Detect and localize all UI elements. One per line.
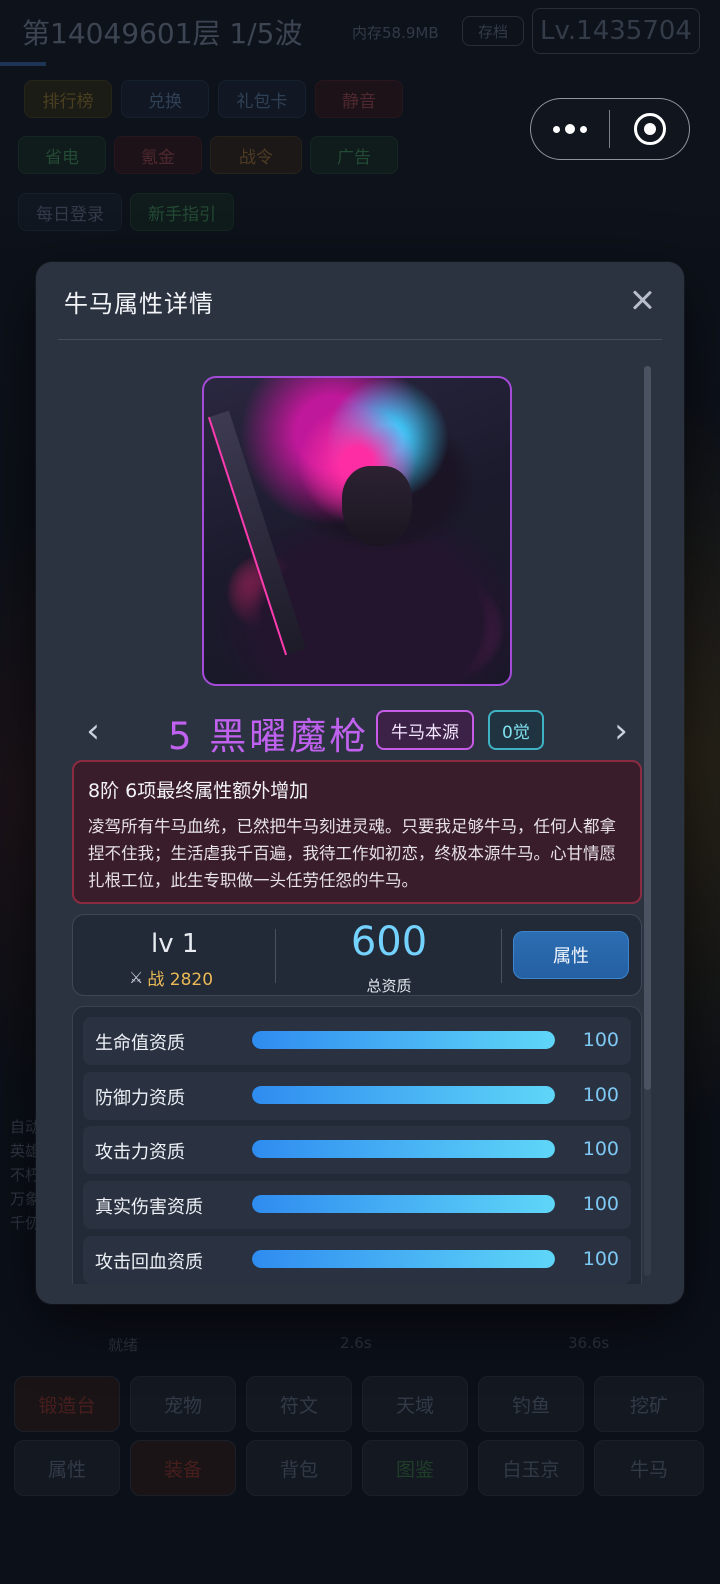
- aptitude-list: 生命值资质 100 防御力资质 100 攻击力资质 100 真实伤害资质 100…: [72, 1006, 642, 1284]
- baiyujing-tile[interactable]: 白玉京: [478, 1440, 584, 1496]
- redeem-button[interactable]: 兑换: [121, 80, 209, 118]
- battle-pass-button[interactable]: 战令: [210, 136, 302, 174]
- more-dots-icon[interactable]: [531, 99, 609, 159]
- origin-tag: 牛马本源: [376, 710, 474, 750]
- leaderboard-button[interactable]: 排行榜: [24, 80, 112, 118]
- equipment-tile[interactable]: 装备: [130, 1440, 236, 1496]
- aptitude-row: 攻击力资质 100: [83, 1126, 631, 1174]
- aptitude-label: 真实伤害资质: [95, 1197, 203, 1218]
- aptitude-row: 真实伤害资质 100: [83, 1181, 631, 1229]
- hero-name: 5 黑曜魔枪: [168, 715, 370, 758]
- miniprogram-capsule: [530, 98, 690, 160]
- aptitude-row: 生命值资质 100: [83, 1017, 631, 1065]
- modal-scroll-content[interactable]: ‹ 5 黑曜魔枪 牛马本源 0觉 › 8阶 6项最终属性额外增加 凌驾所有牛马血…: [36, 340, 684, 1284]
- description-body: 凌驾所有牛马血统，已然把牛马刻进灵魂。只要我足够牛马，任何人都拿捏不住我；生活虐…: [88, 817, 616, 890]
- aptitude-label: 生命值资质: [95, 1033, 185, 1054]
- wave-progress-strip: [0, 62, 46, 66]
- hero-portrait: [202, 376, 512, 686]
- hero-detail-modal: 牛马属性详情 ‹ 5 黑曜魔枪 牛马本源 0觉 › 8阶 6项最终属性额外增加 …: [36, 262, 684, 1304]
- aptitude-bar: [252, 1140, 555, 1158]
- portrait-spear: [207, 410, 307, 656]
- crossed-swords-icon: ⚔: [129, 968, 144, 987]
- aptitude-bar-fill: [252, 1031, 555, 1049]
- newbie-guide-button[interactable]: 新手指引: [130, 193, 234, 231]
- aptitude-row: 防御力资质 100: [83, 1072, 631, 1120]
- portrait-figure: [342, 466, 412, 546]
- aptitude-label: 攻击力资质: [95, 1142, 185, 1163]
- aptitude-bar: [252, 1086, 555, 1104]
- daily-login-button[interactable]: 每日登录: [18, 193, 122, 231]
- mining-tile[interactable]: 挖矿: [594, 1376, 704, 1432]
- rune-tile[interactable]: 符文: [246, 1376, 352, 1432]
- aptitude-row: 攻击回血资质 100: [83, 1236, 631, 1284]
- timer-3: 36.6s: [568, 1334, 610, 1352]
- aptitude-bar-fill: [252, 1140, 555, 1158]
- target-close-icon[interactable]: [610, 99, 689, 159]
- prev-hero-chevron-icon[interactable]: ‹: [76, 711, 110, 751]
- aptitude-bar-fill: [252, 1086, 555, 1104]
- mute-button[interactable]: 静音: [315, 80, 403, 118]
- total-aptitude-label: 总资质: [366, 977, 412, 995]
- aptitude-label: 攻击回血资质: [95, 1252, 203, 1273]
- attributes-button[interactable]: 属性: [513, 931, 629, 979]
- stats-divider-2: [501, 929, 502, 983]
- forge-tile[interactable]: 锻造台: [14, 1376, 120, 1432]
- aptitude-bar: [252, 1250, 555, 1268]
- aptitude-value: 100: [582, 1029, 619, 1051]
- pet-tile[interactable]: 宠物: [130, 1376, 236, 1432]
- floor-wave-title: 第14049601层 1/5波: [22, 17, 303, 50]
- save-button[interactable]: 存档: [462, 16, 524, 46]
- hero-level: lv 1: [151, 929, 199, 959]
- aptitude-label: 防御力资质: [95, 1088, 185, 1109]
- hero-description-box: 8阶 6项最终属性额外增加 凌驾所有牛马血统，已然把牛马刻进灵魂。只要我足够牛马…: [72, 760, 642, 904]
- bag-tile[interactable]: 背包: [246, 1440, 352, 1496]
- niuma-tile[interactable]: 牛马: [594, 1440, 704, 1496]
- aptitude-bar-fill: [252, 1195, 555, 1213]
- combat-power: ⚔ 战 2820: [129, 965, 213, 990]
- awaken-tag: 0觉: [488, 710, 544, 750]
- close-icon[interactable]: [628, 286, 656, 314]
- aptitude-value: 100: [582, 1138, 619, 1160]
- aptitude-bar: [252, 1195, 555, 1213]
- description-title: 8阶 6项最终属性额外增加: [88, 780, 309, 802]
- aptitude-value: 100: [582, 1193, 619, 1215]
- aptitude-value: 100: [582, 1084, 619, 1106]
- timer-2: 2.6s: [340, 1334, 372, 1352]
- power-save-button[interactable]: 省电: [18, 136, 106, 174]
- codex-tile[interactable]: 图鉴: [362, 1440, 468, 1496]
- sky-domain-tile[interactable]: 天域: [362, 1376, 468, 1432]
- attribute-tile[interactable]: 属性: [14, 1440, 120, 1496]
- aptitude-bar-fill: [252, 1250, 555, 1268]
- total-aptitude-value: 600: [350, 919, 428, 965]
- ad-button[interactable]: 广告: [310, 136, 398, 174]
- stats-divider-1: [275, 929, 276, 983]
- gift-card-button[interactable]: 礼包卡: [218, 80, 306, 118]
- aptitude-value: 100: [582, 1248, 619, 1270]
- hero-name-row: ‹ 5 黑曜魔枪 牛马本源 0觉 ›: [36, 702, 684, 758]
- recharge-button[interactable]: 氪金: [114, 136, 202, 174]
- combat-power-value: 战 2820: [147, 970, 214, 990]
- hero-stats-box: lv 1 ⚔ 战 2820 600 总资质 属性: [72, 914, 642, 996]
- fishing-tile[interactable]: 钓鱼: [478, 1376, 584, 1432]
- next-hero-chevron-icon[interactable]: ›: [604, 711, 638, 751]
- player-level: Lv.1435704: [532, 8, 700, 54]
- timer-ready: 就绪: [108, 1336, 139, 1354]
- memory-usage: 内存58.9MB: [352, 24, 439, 42]
- modal-title: 牛马属性详情: [64, 290, 214, 318]
- top-bar: 第14049601层 1/5波 内存58.9MB 存档 Lv.1435704: [0, 0, 720, 62]
- aptitude-bar: [252, 1031, 555, 1049]
